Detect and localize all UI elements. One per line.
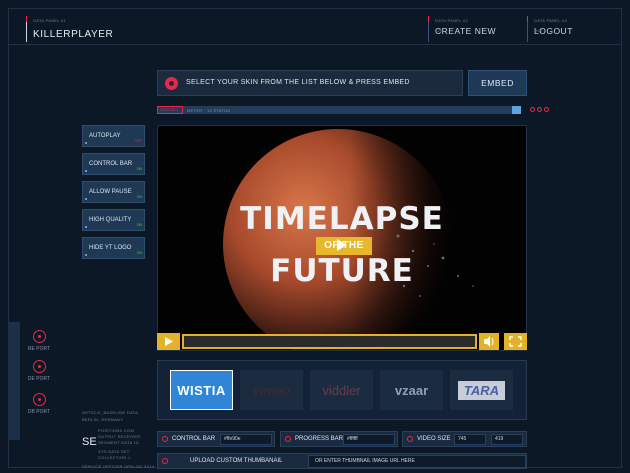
- option-autoplay[interactable]: AUTOPLAY OFF: [82, 125, 145, 147]
- play-icon: [165, 337, 173, 346]
- volume-button[interactable]: [479, 333, 499, 350]
- skin-vimeo[interactable]: vimeo: [240, 370, 303, 410]
- option-label: CONTROL BAR: [89, 161, 133, 167]
- volume-icon: [484, 336, 494, 347]
- skin-viddler[interactable]: viddler: [310, 370, 373, 410]
- header-divider: [8, 44, 622, 45]
- target-icon: [32, 330, 46, 343]
- setting-label: PROGRESS BAR: [295, 436, 344, 442]
- option-state: ON: [136, 223, 142, 227]
- dot-icon: [530, 107, 535, 112]
- meta-se: SE: [82, 436, 97, 448]
- setting-label: VIDEO SIZE: [417, 436, 451, 442]
- target-icon: [32, 393, 46, 406]
- port-label: DE PORT: [27, 376, 51, 382]
- option-label: AUTOPLAY: [89, 133, 121, 139]
- meter-knob[interactable]: [512, 106, 521, 114]
- progress-bar-color-input[interactable]: #ffffff: [343, 434, 395, 445]
- instruction-text: SELECT YOUR SKIN FROM THE LIST BELOW & P…: [186, 79, 410, 86]
- option-label: ALLOW PAUSE: [89, 189, 132, 195]
- option-state: ON: [136, 251, 142, 255]
- create-tiny: DATA PANEL #2: [435, 18, 469, 23]
- port-de[interactable]: DE PORT: [26, 360, 52, 382]
- option-state: ON: [136, 195, 142, 199]
- player-controls: [157, 333, 527, 350]
- skin-logo: TARA: [457, 380, 506, 400]
- skin-wistia[interactable]: WISTIA: [170, 370, 233, 410]
- option-label: HIGH QUALITY: [89, 217, 132, 223]
- skin-logo: vimeo: [252, 382, 291, 398]
- option-high-quality[interactable]: HIGH QUALITY ON: [82, 209, 145, 231]
- control-bar-color-input[interactable]: #ffe90e: [220, 434, 272, 445]
- logout-code: OUT: [534, 28, 544, 33]
- upload-label[interactable]: UPLOAD CUSTOM THUMBANAIL: [190, 458, 282, 464]
- gear-icon: [165, 77, 178, 90]
- skin-tara[interactable]: TARA: [450, 370, 513, 410]
- meta-coord: OUTPUT RECEIVER: [98, 434, 141, 439]
- video-size-setting: VIDEO SIZE 745 419: [402, 431, 527, 447]
- fullscreen-button[interactable]: [504, 333, 527, 350]
- skin-logo: WISTIA: [177, 382, 226, 398]
- option-state: OFF: [135, 139, 142, 143]
- video-player[interactable]: TIMELAPSE OF THE FUTURE: [157, 125, 527, 351]
- meta-service: SERVICE OFFICER UPDLOD 0X14: [82, 464, 155, 469]
- port-label: RE PORT: [27, 346, 51, 352]
- brand-title: KILLERPLAYER: [33, 29, 114, 40]
- option-hide-yt-logo[interactable]: HIDE YT LOGO ON: [82, 237, 145, 259]
- radio-icon[interactable]: [162, 436, 168, 442]
- thumbnail-url-input[interactable]: OR ENTER THUMBNAIL IMAGE URL HERE: [308, 455, 526, 468]
- option-allow-pause[interactable]: ALLOW PAUSE ON: [82, 181, 145, 203]
- radio-icon[interactable]: [285, 436, 291, 442]
- status-meter: STATUS 1 METER · 12 STATUS: [157, 106, 521, 114]
- dot-icon: [537, 107, 542, 112]
- radio-icon[interactable]: [162, 458, 168, 464]
- option-state: ON: [136, 167, 142, 171]
- setting-label: CONTROL BAR: [172, 436, 216, 442]
- option-control-bar[interactable]: CONTROL BAR ON: [82, 153, 145, 175]
- video-height-input[interactable]: 419: [491, 434, 523, 445]
- dot-icon: [544, 107, 549, 112]
- fullscreen-icon: [509, 336, 522, 347]
- thumbnail-upload: UPLOAD CUSTOM THUMBANAIL OR ENTER THUMBN…: [157, 453, 527, 469]
- port-db[interactable]: DB PORT: [26, 393, 52, 415]
- brand-tiny: DATA PANEL #1: [33, 18, 67, 23]
- left-rail: [9, 322, 20, 440]
- play-icon[interactable]: [332, 236, 350, 254]
- status-meta: METER · 12 STATUS: [187, 108, 231, 113]
- meta-panel: ARTICLE_BASELINE DATA BERLIN, GERMANY SE…: [82, 410, 154, 469]
- port-re[interactable]: RE PORT: [26, 330, 52, 352]
- skin-selector: WISTIA vimeo viddler vzaar TARA: [157, 360, 527, 420]
- option-label: HIDE YT LOGO: [89, 245, 132, 251]
- target-icon: [32, 360, 46, 373]
- meta-location: BERLIN, GERMANY: [82, 417, 124, 422]
- create-code: CRE: [435, 28, 445, 33]
- meta-sys: COLLECTION 1: [98, 455, 131, 460]
- skin-logo: viddler: [322, 382, 361, 398]
- port-label: DB PORT: [27, 409, 51, 415]
- seek-bar[interactable]: [182, 334, 477, 349]
- meta-sys: SYS DATA SET: [98, 449, 130, 454]
- meta-coord: SEGMENT DATA 16: [98, 440, 139, 445]
- meta-header: ARTICLE_BASELINE DATA: [82, 410, 139, 415]
- radio-icon[interactable]: [407, 436, 413, 442]
- status-tag: STATUS 1: [157, 106, 183, 114]
- logout-button[interactable]: DATA PANEL #3 LOGOUT OUT: [527, 16, 605, 42]
- skin-logo: vzaar: [394, 382, 429, 398]
- skin-vzaar[interactable]: vzaar: [380, 370, 443, 410]
- instruction-bar: SELECT YOUR SKIN FROM THE LIST BELOW & P…: [157, 70, 463, 96]
- video-width-input[interactable]: 745: [454, 434, 486, 445]
- progress-bar-setting: PROGRESS BAR #ffffff: [280, 431, 398, 447]
- logout-tiny: DATA PANEL #3: [534, 18, 568, 23]
- meta-coord: POSITIONS.COM: [98, 428, 135, 433]
- control-bar-setting: CONTROL BAR #ffe90e: [157, 431, 275, 447]
- create-new-button[interactable]: DATA PANEL #2 CREATE NEW CRE: [428, 16, 520, 42]
- embed-button[interactable]: EMBED: [468, 70, 527, 96]
- video-title-top: TIMELAPSE: [240, 201, 444, 237]
- status-dots: [530, 107, 549, 112]
- video-title-bottom: FUTURE: [270, 253, 414, 289]
- play-button[interactable]: [157, 333, 180, 350]
